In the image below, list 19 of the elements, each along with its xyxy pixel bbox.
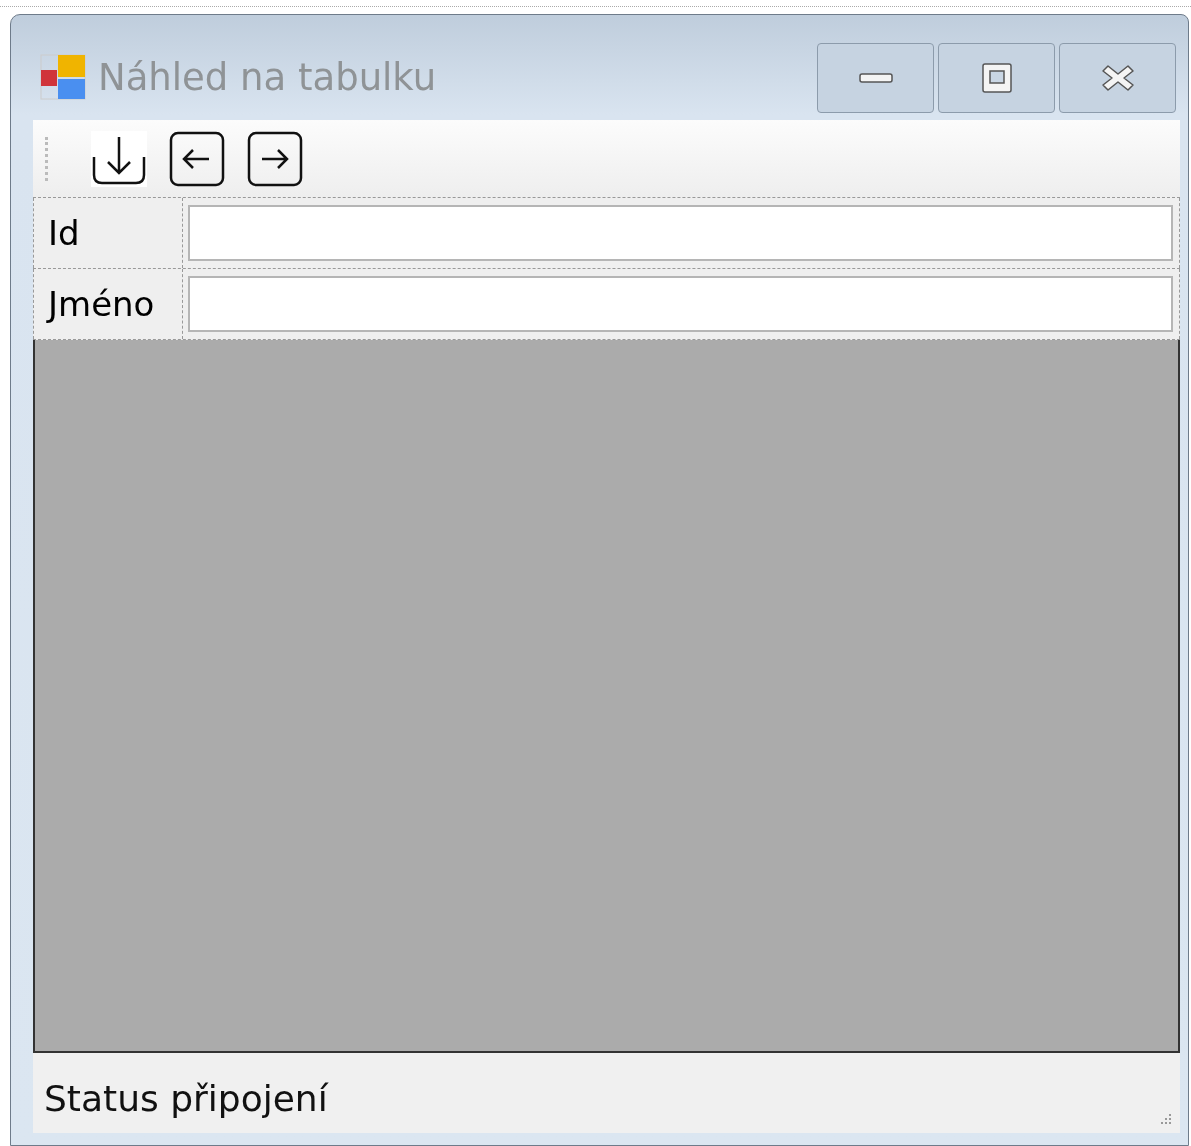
status-text: Status připojení [44, 1077, 328, 1119]
input-field[interactable] [188, 205, 1173, 261]
input-field[interactable] [188, 276, 1173, 332]
close-button[interactable] [1059, 43, 1176, 113]
app-icon [40, 53, 86, 100]
toolbar-grip[interactable] [45, 136, 51, 181]
forward-button[interactable] [247, 130, 303, 187]
maximize-icon [980, 62, 1013, 94]
window-title: Náhled na tabulku [98, 56, 437, 99]
field-label: Jméno [33, 269, 183, 339]
close-icon [1100, 63, 1135, 93]
download-icon [91, 130, 147, 187]
back-button[interactable] [169, 130, 225, 187]
minimize-button[interactable] [817, 43, 934, 113]
maximize-button[interactable] [938, 43, 1055, 113]
download-button[interactable] [91, 130, 147, 187]
minimize-icon [858, 71, 893, 85]
resize-grip-icon[interactable] [1158, 1113, 1172, 1127]
field-label: Id [33, 198, 183, 268]
